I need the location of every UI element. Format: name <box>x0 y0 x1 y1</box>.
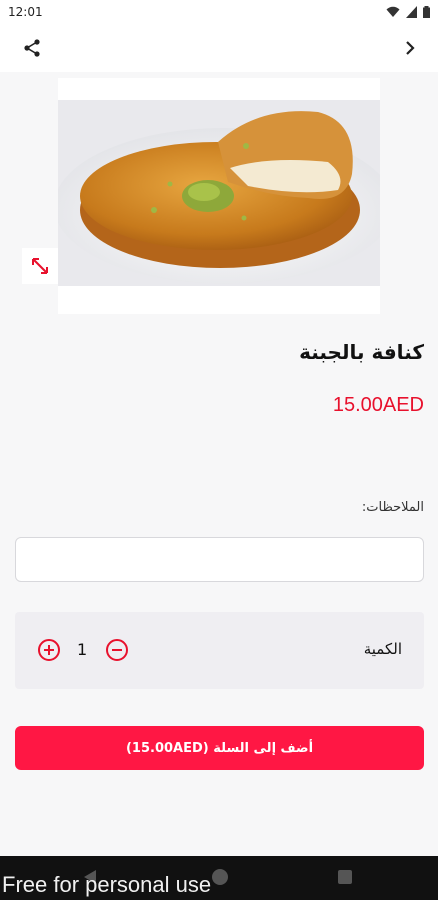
wifi-icon <box>386 6 400 17</box>
quantity-value: 1 <box>77 640 88 659</box>
product-title: كنافة بالجبنة <box>299 340 424 364</box>
product-price: 15.00AED <box>332 394 424 416</box>
status-bar: 12:01 <box>0 0 438 24</box>
status-icons <box>386 6 430 18</box>
product-image[interactable] <box>54 78 394 314</box>
expand-icon <box>32 258 48 274</box>
quantity-stepper: الكمية 1 <box>15 612 424 689</box>
kunafa-photo <box>54 100 394 286</box>
share-button[interactable] <box>18 34 46 62</box>
nav-recent-icon[interactable] <box>338 870 352 884</box>
add-to-cart-button[interactable]: أضف إلى السلة (15.00AED) <box>15 726 424 770</box>
status-time: 12:01 <box>8 5 43 19</box>
battery-icon <box>423 6 430 18</box>
watermark-text: Free for personal use <box>2 872 212 897</box>
notes-input[interactable] <box>15 537 424 582</box>
decrease-quantity-button[interactable] <box>105 638 129 662</box>
increase-quantity-button[interactable] <box>37 638 61 662</box>
notes-label: الملاحظات: <box>361 500 424 515</box>
nav-home-icon[interactable] <box>212 869 228 885</box>
app-bar <box>0 24 438 72</box>
signal-icon <box>406 6 417 18</box>
expand-image-button[interactable] <box>22 248 58 284</box>
forward-button[interactable] <box>396 34 424 62</box>
minus-circle-icon <box>106 639 128 661</box>
chevron-right-icon <box>406 41 415 55</box>
share-icon <box>24 39 40 57</box>
plus-circle-icon <box>38 639 60 661</box>
add-to-cart-label: أضف إلى السلة (15.00AED) <box>125 740 314 756</box>
quantity-label: الكمية <box>363 640 402 658</box>
